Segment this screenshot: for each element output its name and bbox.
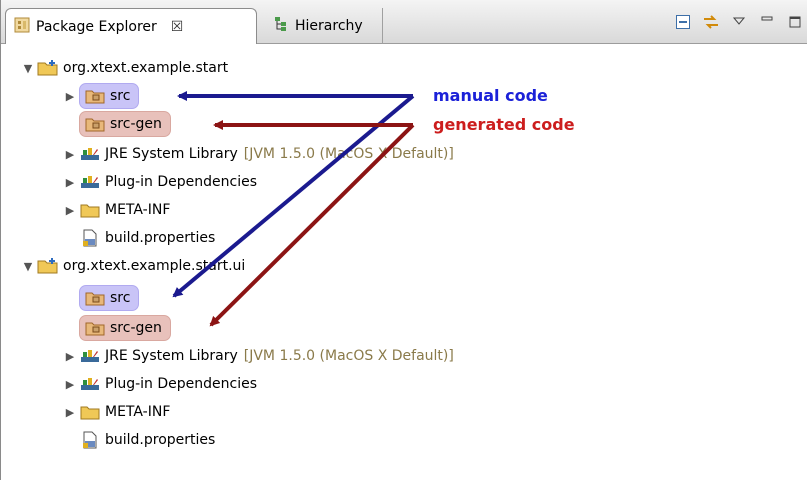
collapsed-arrow-icon[interactable]: ▶	[61, 375, 79, 393]
jvm-decoration: [JVM 1.5.0 (MacOS X Default)]	[243, 348, 454, 364]
tab-hierarchy[interactable]: Hierarchy	[263, 8, 383, 44]
item-label: src	[110, 290, 131, 306]
collapsed-arrow-icon[interactable]: ▶	[61, 201, 79, 219]
item-label: src-gen	[110, 116, 162, 132]
view-toolbar	[672, 10, 806, 34]
highlight-box: src-gen	[79, 315, 171, 341]
tree-row-meta-inf[interactable]: ▶ META-INF	[61, 398, 171, 426]
library-icon	[79, 374, 101, 394]
view-menu-icon[interactable]	[728, 11, 750, 33]
collapsed-arrow-icon[interactable]: ▶	[61, 403, 79, 421]
highlight-box: src	[79, 83, 140, 109]
expanded-arrow-icon[interactable]: ▼	[19, 59, 37, 77]
project-folder-icon	[37, 58, 59, 78]
item-label: build.properties	[105, 432, 216, 448]
manual-code-label: manual code	[433, 86, 548, 105]
link-with-editor-icon[interactable]	[700, 11, 722, 33]
collapsed-arrow-icon[interactable]: ▶	[61, 87, 79, 105]
item-label: META-INF	[105, 202, 171, 218]
package-explorer-icon	[14, 17, 30, 37]
tree-row-src[interactable]: src	[79, 284, 140, 312]
tree-row-plugin-dependencies[interactable]: ▶ Plug-in Dependencies	[61, 168, 257, 196]
minimize-icon[interactable]	[756, 11, 778, 33]
tab-label: Package Explorer	[36, 18, 157, 35]
tree-row-meta-inf[interactable]: ▶ META-INF	[61, 196, 171, 224]
properties-file-icon	[79, 430, 101, 450]
source-folder-icon	[84, 86, 106, 106]
tree-row-jre[interactable]: ▶ JRE System Library [JVM 1.5.0 (MacOS X…	[61, 140, 454, 168]
source-folder-icon	[84, 288, 106, 308]
expanded-arrow-icon[interactable]: ▼	[19, 257, 37, 275]
generated-code-label: generated code	[433, 115, 575, 134]
library-icon	[79, 172, 101, 192]
tree-row-src-gen[interactable]: src-gen	[79, 314, 171, 342]
item-label: Plug-in Dependencies	[105, 376, 257, 392]
tree-row-project[interactable]: ▼ org.xtext.example.start	[19, 54, 228, 82]
collapsed-arrow-icon[interactable]: ▶	[61, 347, 79, 365]
library-icon	[79, 346, 101, 366]
package-explorer-view: Package Explorer ☒ Hierarchy ▼ org.xtext…	[0, 0, 807, 480]
item-label: build.properties	[105, 230, 216, 246]
item-label: JRE System Library	[105, 146, 238, 162]
highlight-box: src-gen	[79, 111, 171, 137]
tree-row-jre[interactable]: ▶ JRE System Library [JVM 1.5.0 (MacOS X…	[61, 342, 454, 370]
tree-row-src-gen[interactable]: src-gen	[79, 110, 171, 138]
project-name: org.xtext.example.start	[63, 60, 229, 76]
folder-icon	[79, 200, 101, 220]
tree-row-build-properties[interactable]: build.properties	[79, 224, 215, 252]
library-icon	[79, 144, 101, 164]
source-folder-icon	[84, 318, 106, 338]
collapsed-arrow-icon[interactable]: ▶	[61, 173, 79, 191]
highlight-box: src	[79, 285, 140, 311]
view-tab-bar: Package Explorer ☒ Hierarchy	[1, 0, 807, 44]
tab-label: Hierarchy	[295, 18, 363, 34]
item-label: JRE System Library	[105, 348, 238, 364]
folder-icon	[79, 402, 101, 422]
tree-row-project[interactable]: ▼ org.xtext.example.start.ui	[19, 252, 245, 280]
item-label: src-gen	[110, 320, 162, 336]
maximize-icon[interactable]	[784, 11, 806, 33]
jvm-decoration: [JVM 1.5.0 (MacOS X Default)]	[243, 146, 454, 162]
close-icon[interactable]: ☒	[171, 19, 184, 35]
tree-row-plugin-dependencies[interactable]: ▶ Plug-in Dependencies	[61, 370, 257, 398]
collapse-all-icon[interactable]	[672, 11, 694, 33]
tab-package-explorer[interactable]: Package Explorer ☒	[5, 8, 257, 44]
project-folder-icon	[37, 256, 59, 276]
project-name: org.xtext.example.start.ui	[63, 258, 246, 274]
collapsed-arrow-icon[interactable]: ▶	[61, 145, 79, 163]
item-label: src	[110, 88, 131, 104]
item-label: Plug-in Dependencies	[105, 174, 257, 190]
item-label: META-INF	[105, 404, 171, 420]
tree-row-src[interactable]: ▶ src	[61, 82, 140, 110]
source-folder-icon	[84, 114, 106, 134]
properties-file-icon	[79, 228, 101, 248]
tree-row-build-properties[interactable]: build.properties	[79, 426, 215, 454]
hierarchy-icon	[273, 16, 289, 36]
